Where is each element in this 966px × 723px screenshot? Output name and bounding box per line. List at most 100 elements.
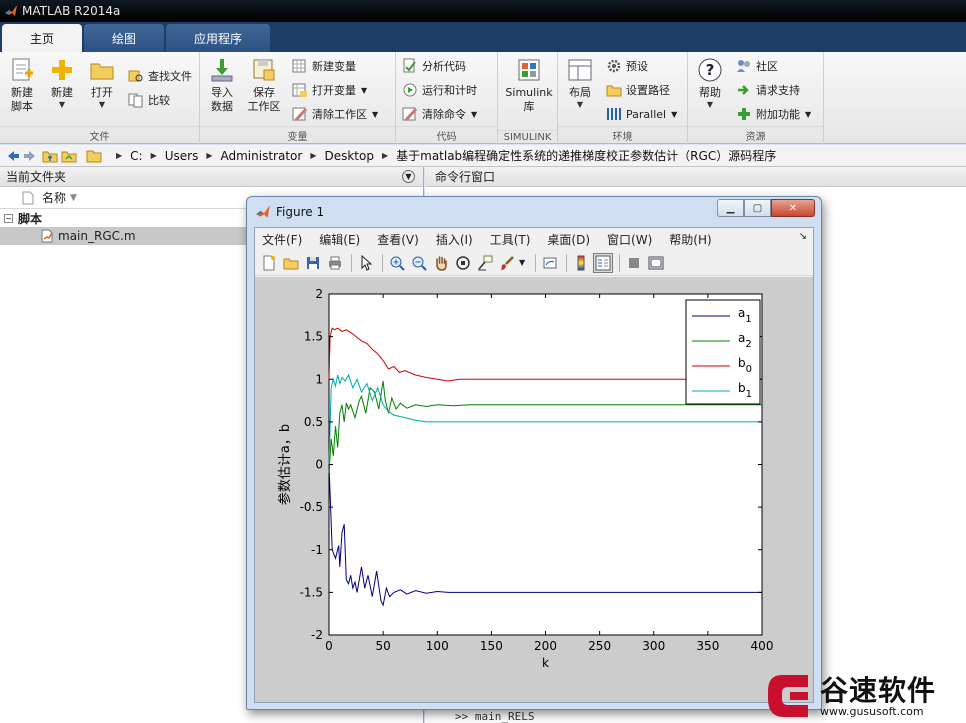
y-tick-label: -1.5 (300, 585, 323, 599)
clear-commands-button[interactable]: 清除命令 ▼ (402, 104, 477, 124)
breadcrumb-item[interactable]: Desktop (324, 149, 374, 163)
pointer-arrow-icon (361, 254, 373, 271)
zoom-in-button[interactable] (387, 253, 407, 273)
navigation-buttons (4, 148, 80, 164)
new-variable-button[interactable]: 新建变量 (292, 56, 356, 76)
x-tick-label: 350 (696, 639, 719, 653)
simulink-library-button[interactable]: Simulink 库 (504, 56, 554, 114)
maximize-button[interactable]: ▢ (744, 199, 771, 217)
maximize-icon: ▢ (752, 202, 763, 214)
run-and-time-button[interactable]: 运行和计时 (402, 80, 477, 100)
save-workspace-label: 保存 工作区 (247, 86, 281, 113)
collapse-toggle-icon[interactable]: − (4, 213, 13, 223)
simulink-library-icon (518, 59, 540, 81)
menu-help[interactable]: 帮助(H) (669, 231, 711, 248)
dock-arrow-icon[interactable]: ↘ (799, 231, 807, 242)
open-variable-dropdown-arrow-icon: ▼ (361, 85, 368, 95)
zoom-out-button[interactable] (409, 253, 429, 273)
tab-plots[interactable]: 绘图 (84, 24, 165, 52)
menu-tools[interactable]: 工具(T) (490, 231, 531, 248)
find-files-button[interactable]: 查找文件 (128, 66, 192, 86)
open-file-button[interactable] (281, 253, 301, 273)
clear-workspace-button[interactable]: 清除工作区 ▼ (292, 104, 378, 124)
preferences-button[interactable]: 预设 (606, 56, 648, 76)
brush-button[interactable] (497, 253, 517, 273)
layout-icon (568, 59, 592, 81)
breadcrumb-item[interactable]: 基于matlab编程确定性系统的递推梯度校正参数估计（RGC）源码程序 (396, 147, 776, 164)
show-plot-tools-button[interactable] (646, 253, 666, 273)
compare-button[interactable]: 比较 (128, 90, 170, 110)
brush-dropdown-arrow-icon[interactable]: ▼ (519, 258, 525, 267)
parallel-label: Parallel (626, 107, 667, 121)
tab-home[interactable]: 主页 (2, 24, 83, 52)
tab-plots-label: 绘图 (112, 31, 137, 46)
set-path-button[interactable]: 设置路径 (606, 80, 670, 100)
open-button[interactable]: 打开 ▼ (82, 56, 122, 110)
insert-colorbar-button[interactable] (571, 253, 591, 273)
x-tick-label: 150 (480, 639, 503, 653)
menu-insert[interactable]: 插入(I) (436, 231, 473, 248)
request-support-button[interactable]: 请求支持 (736, 80, 800, 100)
parallel-button[interactable]: Parallel ▼ (606, 104, 677, 124)
new-figure-button[interactable] (259, 253, 279, 273)
analyze-code-button[interactable]: 分析代码 (402, 56, 466, 76)
request-support-label: 请求支持 (756, 84, 800, 97)
menu-edit[interactable]: 编辑(E) (319, 231, 360, 248)
community-button[interactable]: 社区 (736, 56, 778, 76)
open-file-icon (283, 258, 299, 269)
line-chart[interactable]: 0 50 100 150 200 250 300 350 400 -2 -1.5 -1 -0.5 0 0.5… (255, 277, 813, 702)
find-files-icon (128, 70, 143, 82)
back-arrow-icon[interactable] (4, 148, 20, 164)
new-button[interactable]: 新建 ▼ (42, 56, 82, 110)
menu-file[interactable]: 文件(F) (262, 231, 302, 248)
add-ons-button[interactable]: 附加功能 ▼ (736, 104, 811, 124)
import-data-button[interactable]: 导入 数据 (202, 56, 242, 114)
new-script-label: 新建 脚本 (11, 86, 33, 113)
browse-folder-icon[interactable] (61, 148, 77, 164)
close-button[interactable]: ✕ (771, 199, 815, 217)
figure-title-bar[interactable]: Figure 1 ▁ ▢ ✕ (247, 197, 821, 227)
watermark-url: www.gususoft.com (820, 705, 924, 718)
breadcrumb-separator-icon: ▶ (116, 151, 123, 160)
community-label: 社区 (756, 60, 778, 73)
rotate-3d-button[interactable] (453, 253, 473, 273)
file-list-item[interactable]: main_RGC.m (0, 227, 248, 245)
up-folder-icon[interactable] (42, 148, 58, 164)
data-cursor-button[interactable] (475, 253, 495, 273)
save-figure-button[interactable] (303, 253, 323, 273)
menu-desktop[interactable]: 桌面(D) (547, 231, 590, 248)
tab-apps[interactable]: 应用程序 (166, 24, 271, 52)
print-figure-button[interactable] (325, 253, 345, 273)
clear-workspace-label: 清除工作区 (312, 108, 367, 121)
breadcrumb-separator-icon: ▶ (150, 151, 157, 160)
insert-legend-button[interactable] (593, 252, 614, 273)
current-folder-header: 当前文件夹 ▼ (0, 167, 423, 187)
add-ons-icon (738, 108, 750, 120)
menu-window[interactable]: 窗口(W) (607, 231, 652, 248)
minimize-button[interactable]: ▁ (717, 199, 744, 217)
forward-arrow-icon[interactable] (23, 148, 39, 164)
breadcrumb-item[interactable]: C: (130, 149, 142, 163)
help-button[interactable]: ? 帮助 ▼ (690, 56, 730, 110)
ribbon-group-resources: ? 帮助 ▼ 社区 请求支持 附加功能 ▼ 资源 (688, 52, 824, 144)
new-script-button[interactable]: 新建 脚本 (2, 56, 42, 114)
edit-plot-button[interactable] (356, 253, 376, 273)
colorbar-icon (577, 255, 585, 270)
ribbon-group-code: 分析代码 运行和计时 清除命令 ▼ 代码 (396, 52, 498, 144)
link-plot-button[interactable] (540, 253, 560, 273)
hide-plot-tools-button[interactable] (624, 253, 644, 273)
open-variable-button[interactable]: 打开变量 ▼ (292, 80, 367, 100)
panel-menu-icon[interactable]: ▼ (402, 170, 415, 183)
save-workspace-button[interactable]: 保存 工作区 (244, 56, 284, 114)
help-dropdown-arrow-icon: ▼ (706, 100, 714, 109)
ribbon-group-simulink-label: SIMULINK (498, 130, 557, 143)
breadcrumb-item[interactable]: Administrator (221, 149, 303, 163)
layout-button[interactable]: 布局 ▼ (560, 56, 600, 110)
x-tick-label: 0 (325, 639, 333, 653)
pan-button[interactable] (431, 253, 451, 273)
menu-view[interactable]: 查看(V) (377, 231, 419, 248)
breadcrumb-item[interactable]: Users (165, 149, 199, 163)
plot-area: 0 50 100 150 200 250 300 350 400 -2 -1.5 -1 -0.5 0 0.5… (255, 277, 813, 702)
gear-icon (607, 59, 621, 73)
compare-label: 比较 (148, 94, 170, 107)
